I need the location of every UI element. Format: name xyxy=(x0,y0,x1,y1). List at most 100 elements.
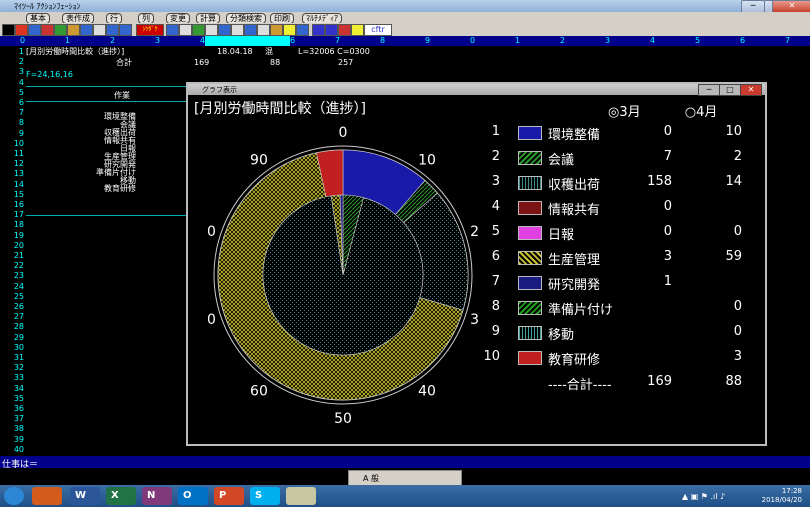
paste-icon[interactable] xyxy=(54,24,67,36)
legend-swatch xyxy=(518,201,542,215)
taskbar-outlook[interactable]: O xyxy=(178,487,208,505)
legend-row: 3 収穫出荷 158 14 xyxy=(488,174,778,194)
row-number[interactable]: 5 xyxy=(0,88,24,97)
sheet-formula[interactable]: F=24,16,16 xyxy=(26,71,73,79)
row-number[interactable]: 37 xyxy=(0,415,24,423)
row-number[interactable]: 16 xyxy=(0,201,24,209)
row-number[interactable]: 24 xyxy=(0,282,24,291)
print-icon[interactable] xyxy=(93,24,106,36)
note-icon[interactable] xyxy=(283,24,296,36)
ruler-mark: 1 xyxy=(65,36,71,45)
row-number[interactable]: 21 xyxy=(0,252,24,260)
radio-april[interactable]: ○4月 xyxy=(685,105,718,120)
row-number[interactable]: 35 xyxy=(0,394,24,403)
row-number[interactable]: 7 xyxy=(0,109,24,117)
ime-bar[interactable]: A 般 xyxy=(348,470,462,486)
system-tray[interactable]: ▲ ▣ ⚑ .ıl ♪ xyxy=(682,492,725,501)
row-number[interactable]: 31 xyxy=(0,354,24,362)
graph-icon[interactable] xyxy=(218,24,231,36)
row-number[interactable]: 13 xyxy=(0,170,24,178)
row-number[interactable]: 27 xyxy=(0,313,24,321)
row-number[interactable]: 6 xyxy=(0,99,24,107)
taskbar-excel[interactable]: X xyxy=(106,487,136,505)
row-number[interactable]: 25 xyxy=(0,292,24,301)
media-player-icon[interactable] xyxy=(32,487,62,505)
row-number[interactable]: 12 xyxy=(0,160,24,168)
row-number[interactable]: 23 xyxy=(0,272,24,280)
arrow-icon[interactable] xyxy=(244,24,257,36)
m2-icon[interactable] xyxy=(325,24,338,36)
cftr-button[interactable]: cftr xyxy=(364,24,392,36)
dial-label: 10 xyxy=(418,152,436,168)
row-number[interactable]: 20 xyxy=(0,241,24,250)
home-icon[interactable] xyxy=(338,24,351,36)
graph-minimize-button[interactable]: ─ xyxy=(698,84,720,96)
legend-swatch xyxy=(518,126,542,140)
help-icon[interactable] xyxy=(351,24,364,36)
grid-icon[interactable] xyxy=(28,24,41,36)
dial-label: 0 xyxy=(339,125,348,141)
legend-swatch xyxy=(518,276,542,290)
clock[interactable]: 17:28 2018/04/20 xyxy=(762,487,802,505)
row-number[interactable]: 17 xyxy=(0,211,24,219)
sitsu-button[interactable]: ｼﾂﾀﾞｹ xyxy=(136,24,164,36)
row-number[interactable]: 10 xyxy=(0,139,24,148)
row-number[interactable]: 36 xyxy=(0,405,24,413)
row-number[interactable]: 33 xyxy=(0,374,24,382)
image-icon[interactable] xyxy=(270,24,283,36)
ruler-mark: 2 xyxy=(110,36,116,45)
row-number[interactable]: 39 xyxy=(0,435,24,444)
row-number[interactable]: 29 xyxy=(0,333,24,342)
legend-swatch xyxy=(518,301,542,315)
row-number[interactable]: 11 xyxy=(0,150,24,158)
ruler-mark: 7 xyxy=(335,36,341,45)
sound-icon[interactable] xyxy=(257,24,270,36)
row-number[interactable]: 2 xyxy=(0,58,24,66)
row-number[interactable]: 14 xyxy=(0,180,24,189)
graph-maximize-button[interactable]: □ xyxy=(719,84,741,96)
row-number[interactable]: 15 xyxy=(0,190,24,199)
save-icon[interactable] xyxy=(80,24,93,36)
row-number[interactable]: 22 xyxy=(0,262,24,270)
ruler-mark: 2 xyxy=(560,36,566,45)
legend-label: 研究開発 xyxy=(548,278,601,293)
undo-icon[interactable] xyxy=(119,24,132,36)
legend-march-value: 1 xyxy=(663,274,672,289)
start-button[interactable] xyxy=(4,487,24,505)
row-number[interactable]: 28 xyxy=(0,323,24,331)
line-icon[interactable] xyxy=(231,24,244,36)
taskbar-powerpoint[interactable]: P xyxy=(214,487,244,505)
excel-label: X xyxy=(111,490,119,501)
taskbar-word[interactable]: W xyxy=(70,487,100,505)
m-icon[interactable] xyxy=(312,24,325,36)
open-icon[interactable] xyxy=(67,24,80,36)
graph-window-title-bar: グラフ表示 ─ □ ✕ xyxy=(188,84,765,96)
row-number[interactable]: 34 xyxy=(0,384,24,393)
row-number[interactable]: 1 xyxy=(0,48,24,56)
calc-icon[interactable] xyxy=(192,24,205,36)
row-number[interactable]: 32 xyxy=(0,364,24,372)
graph-close-button[interactable]: ✕ xyxy=(740,84,762,96)
table-icon[interactable] xyxy=(205,24,218,36)
row-number[interactable]: 26 xyxy=(0,303,24,311)
row-number[interactable]: 19 xyxy=(0,231,24,240)
row-number[interactable]: 38 xyxy=(0,425,24,433)
taskbar-active-app[interactable] xyxy=(286,487,316,505)
preview-icon[interactable] xyxy=(106,24,119,36)
sort-icon[interactable] xyxy=(179,24,192,36)
taskbar-onenote[interactable]: N xyxy=(142,487,172,505)
app-icon[interactable] xyxy=(2,24,15,36)
row-number[interactable]: 9 xyxy=(0,129,24,138)
row-number[interactable]: 8 xyxy=(0,119,24,127)
row-number[interactable]: 30 xyxy=(0,343,24,352)
row-number[interactable]: 40 xyxy=(0,445,24,454)
monitor-icon[interactable] xyxy=(296,24,309,36)
chart-icon[interactable] xyxy=(15,24,28,36)
taskbar-skype[interactable]: S xyxy=(250,487,280,505)
row-number[interactable]: 18 xyxy=(0,221,24,229)
row-number[interactable]: 3 xyxy=(0,68,24,76)
radio-march[interactable]: ◎3月 xyxy=(608,105,641,120)
row-number[interactable]: 4 xyxy=(0,78,24,87)
filter-icon[interactable] xyxy=(166,24,179,36)
copy-icon[interactable] xyxy=(41,24,54,36)
